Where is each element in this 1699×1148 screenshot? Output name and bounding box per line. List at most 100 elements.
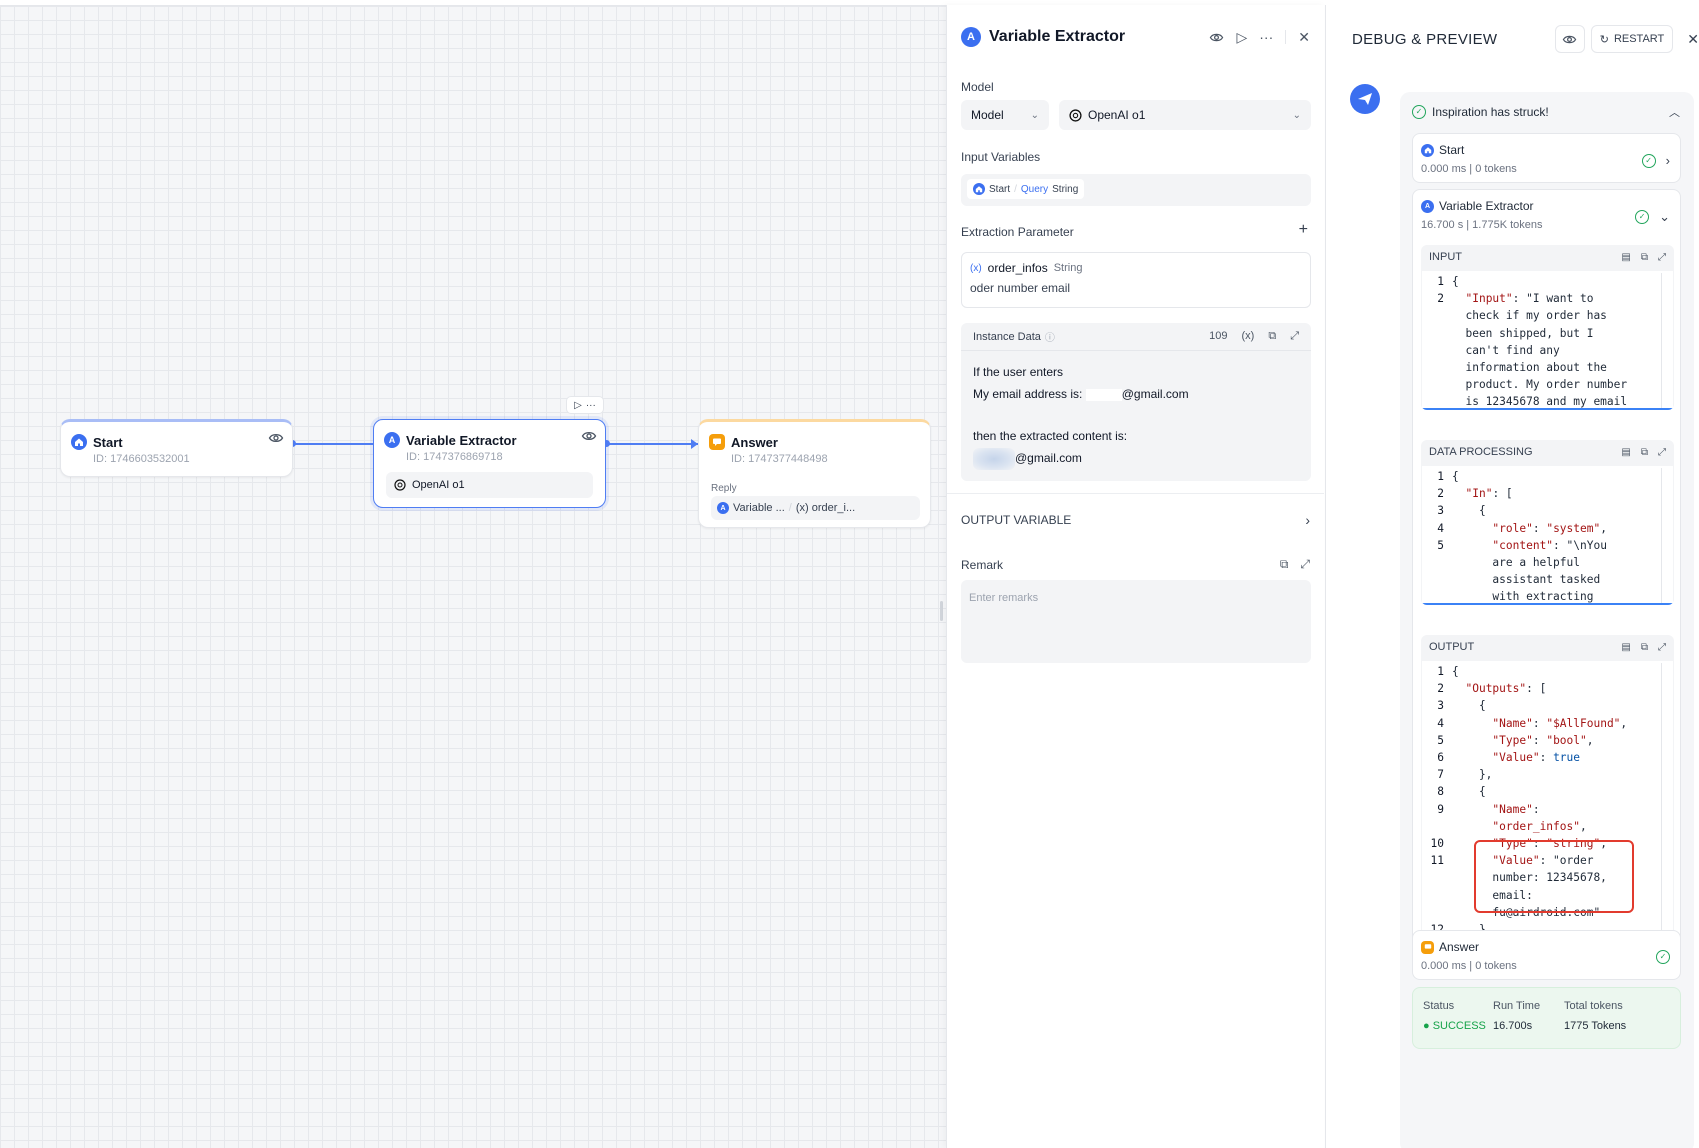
instance-line: My email address is: @gmail.com bbox=[973, 383, 1299, 405]
trace-ve-card[interactable]: A Variable Extractor 16.700 s | 1.775K to… bbox=[1412, 189, 1681, 944]
openai-icon bbox=[394, 479, 406, 491]
expand-icon[interactable]: ⤢ bbox=[1658, 447, 1666, 458]
copy-icon[interactable]: ⧉ bbox=[1641, 642, 1648, 653]
code-line: "Value": true bbox=[1492, 751, 1581, 765]
check-icon: ✓ bbox=[1412, 105, 1426, 119]
debug-preview-panel: DEBUG & PREVIEW ↻ RESTART ✕ ✓ Inspiratio… bbox=[1325, 5, 1699, 1148]
model-name-select[interactable]: OpenAI o1 ⌄ bbox=[1059, 100, 1311, 130]
ve-node-label: Variable Extractor bbox=[406, 432, 517, 448]
more-icon[interactable]: ··· bbox=[1259, 29, 1273, 45]
chevron-down-icon[interactable]: ⌄ bbox=[1659, 209, 1670, 225]
line-number: 1 bbox=[1437, 665, 1444, 678]
home-icon bbox=[973, 183, 985, 195]
expand-icon[interactable]: ⤢ bbox=[1290, 330, 1299, 343]
trace-answer-card[interactable]: Answer 0.000 ms | 0 tokens ✓ bbox=[1412, 930, 1681, 980]
input-label: INPUT bbox=[1429, 251, 1462, 263]
more-icon[interactable]: ··· bbox=[586, 400, 596, 411]
scrollbar[interactable] bbox=[1661, 273, 1671, 408]
scrollbar[interactable] bbox=[1661, 468, 1671, 603]
trace-start-card[interactable]: Start 0.000 ms | 0 tokens ✓ › bbox=[1412, 133, 1681, 183]
copy-icon[interactable]: ⧉ bbox=[1641, 447, 1648, 458]
trace-header[interactable]: ✓ Inspiration has struck! ︿ bbox=[1412, 104, 1680, 120]
copy-icon[interactable]: ⧉ bbox=[1641, 252, 1648, 263]
status-value: ● SUCCESS bbox=[1423, 1020, 1486, 1032]
remark-input[interactable]: Enter remarks bbox=[961, 580, 1311, 663]
input-var-type: String bbox=[1052, 183, 1079, 195]
play-icon[interactable]: ▷ bbox=[574, 400, 582, 411]
input-code[interactable]: 1 { 2 "Input": "I want to check if my ord… bbox=[1421, 271, 1674, 410]
scrollbar[interactable] bbox=[1661, 663, 1671, 933]
data-processing-label: DATA PROCESSING bbox=[1429, 446, 1533, 458]
start-node-title: Start bbox=[71, 434, 123, 450]
code-line: are a helpful bbox=[1452, 556, 1580, 570]
line-number: 11 bbox=[1430, 854, 1444, 868]
data-processing-code[interactable]: 1 { 2 "In": [ 3 { 4 "role": "system", 5 "… bbox=[1421, 466, 1674, 605]
input-variable-chip[interactable]: Start / Query String bbox=[967, 179, 1085, 199]
status-label: Status bbox=[1423, 1000, 1455, 1012]
model-type-select[interactable]: Model ⌄ bbox=[961, 100, 1049, 130]
home-icon bbox=[71, 434, 87, 450]
restart-label: RESTART bbox=[1613, 33, 1665, 45]
workflow-canvas[interactable]: Start ID: 1746603532001 ▷ ··· A Variable… bbox=[0, 5, 946, 1148]
code-line: "Input": "I want to bbox=[1465, 292, 1594, 306]
chevron-right-icon[interactable]: › bbox=[1666, 153, 1670, 168]
eye-icon[interactable] bbox=[1209, 30, 1224, 45]
table-icon[interactable]: ▤ bbox=[1621, 642, 1630, 653]
node-toolbar[interactable]: ▷ ··· bbox=[566, 396, 604, 414]
home-icon bbox=[1421, 143, 1434, 157]
output-variable-toggle[interactable]: OUTPUT VARIABLE › bbox=[961, 511, 1310, 529]
code-line: { bbox=[1452, 470, 1459, 483]
start-node[interactable]: Start ID: 1746603532001 bbox=[60, 419, 293, 477]
insert-variable-icon[interactable]: (x) bbox=[1242, 330, 1255, 343]
tokens-label: Total tokens bbox=[1564, 1000, 1623, 1012]
copy-icon[interactable]: ⧉ bbox=[1280, 557, 1289, 572]
code-line: "order_infos", bbox=[1492, 819, 1587, 833]
copy-icon[interactable]: ⧉ bbox=[1268, 330, 1276, 343]
restart-button[interactable]: ↻ RESTART bbox=[1590, 25, 1674, 53]
instance-data-box[interactable]: Instance Data ⓘ 109 (x) ⧉ ⤢ If the user … bbox=[961, 323, 1311, 481]
param-description: oder number email bbox=[970, 281, 1071, 295]
close-icon[interactable]: ✕ bbox=[1687, 31, 1699, 48]
eye-icon[interactable] bbox=[581, 428, 597, 444]
variables-button[interactable] bbox=[1554, 25, 1585, 53]
instance-line-suffix: @gmail.com bbox=[1121, 387, 1189, 401]
info-icon[interactable]: ⓘ bbox=[1045, 329, 1055, 344]
trace-ve-meta: 16.700 s | 1.775K tokens bbox=[1421, 219, 1543, 231]
code-line: { bbox=[1452, 275, 1459, 288]
chevron-up-icon[interactable]: ︿ bbox=[1669, 104, 1680, 120]
table-icon[interactable]: ▤ bbox=[1621, 447, 1630, 458]
param-type: String bbox=[1053, 262, 1083, 274]
instance-line: then the extracted content is: bbox=[973, 429, 1128, 443]
line-number: 1 bbox=[1437, 275, 1444, 288]
extraction-parameter-item[interactable]: (x) order_infos String oder number email bbox=[961, 252, 1311, 308]
resize-handle-left[interactable] bbox=[940, 601, 943, 621]
close-icon[interactable]: ✕ bbox=[1298, 29, 1310, 46]
code-line: { bbox=[1452, 785, 1486, 799]
input-variables-box[interactable]: Start / Query String bbox=[961, 174, 1311, 206]
eye-icon[interactable] bbox=[268, 430, 284, 446]
variable-extractor-node[interactable]: A Variable Extractor ID: 1747376869718 O… bbox=[373, 419, 606, 508]
instance-line: @gmail.com bbox=[973, 447, 1299, 470]
expand-icon[interactable]: ⤢ bbox=[1658, 642, 1666, 653]
instance-line: If the user enters bbox=[973, 365, 1064, 379]
trace-answer-meta: 0.000 ms | 0 tokens bbox=[1421, 960, 1517, 972]
reply-label: Reply bbox=[711, 483, 737, 494]
play-icon[interactable]: ▷ bbox=[1236, 29, 1247, 46]
table-icon[interactable]: ▤ bbox=[1621, 252, 1630, 263]
code-line: { bbox=[1452, 504, 1486, 518]
instance-char-count: 109 bbox=[1209, 330, 1228, 342]
code-line: product. My order number bbox=[1452, 378, 1628, 392]
extractor-icon: A bbox=[1421, 199, 1434, 213]
line-number: 2 bbox=[1437, 682, 1444, 696]
instance-data-text[interactable]: If the user enters My email address is: … bbox=[961, 351, 1311, 480]
workflow-trace: ✓ Inspiration has struck! ︿ Start 0.000 … bbox=[1400, 92, 1694, 1148]
edge-start-ve bbox=[293, 443, 373, 445]
send-icon bbox=[1358, 93, 1372, 105]
tokens-value: 1775 Tokens bbox=[1564, 1020, 1627, 1032]
add-icon[interactable]: + bbox=[1299, 221, 1308, 239]
expand-icon[interactable]: ⤢ bbox=[1300, 557, 1310, 572]
expand-icon[interactable]: ⤢ bbox=[1658, 252, 1666, 263]
line-number: 2 bbox=[1437, 292, 1444, 306]
ve-node-model-label: OpenAI o1 bbox=[412, 479, 465, 491]
answer-node[interactable]: Answer ID: 1747377448498 Reply A Variabl… bbox=[698, 419, 931, 528]
